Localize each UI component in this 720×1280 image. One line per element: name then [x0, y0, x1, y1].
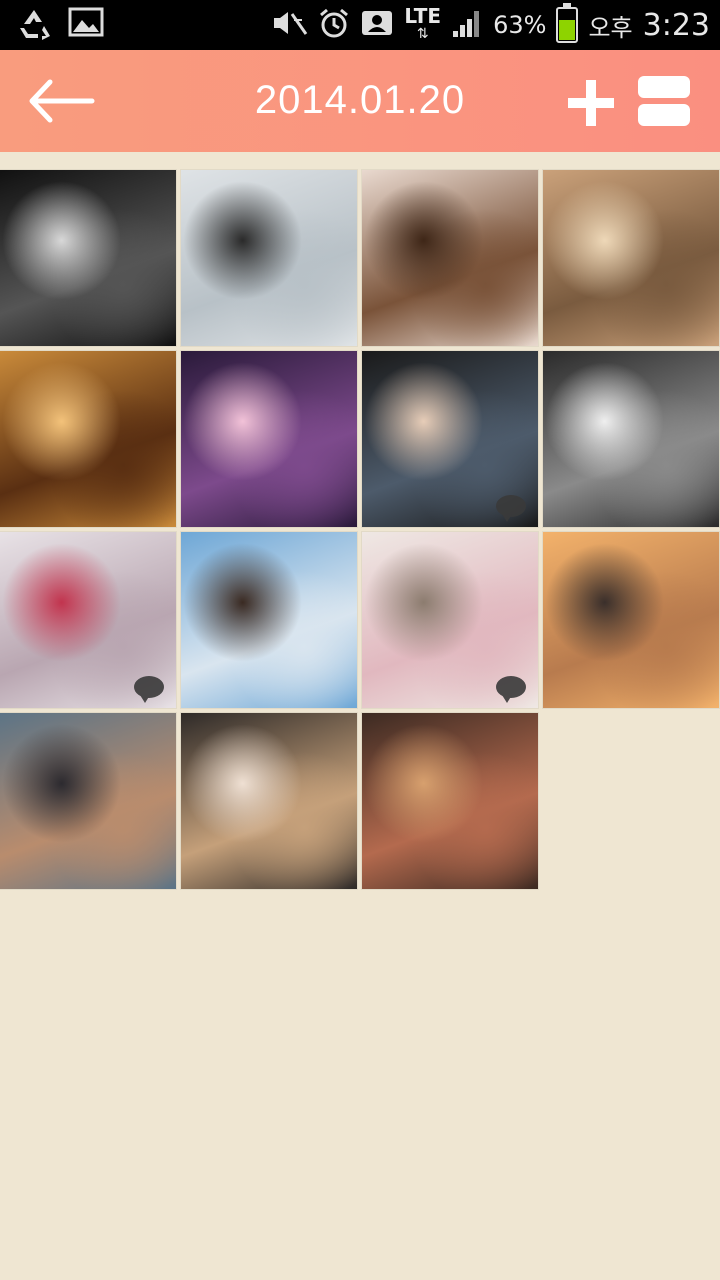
- photo-couple-lying: [0, 713, 176, 889]
- comment-bubble-icon: [496, 495, 526, 522]
- photo-thumbnail[interactable]: [181, 713, 357, 889]
- photo-thumbnail[interactable]: [543, 170, 719, 346]
- photo-thumbnail[interactable]: [181, 170, 357, 346]
- photo-couple-selfie: [0, 351, 176, 527]
- alarm-icon: [318, 7, 350, 44]
- photo-sunset-couple: [543, 532, 719, 708]
- battery-percent: 63%: [493, 11, 547, 39]
- photo-thumbnail[interactable]: [181, 351, 357, 527]
- mute-icon: [270, 8, 308, 43]
- battery-level: [559, 19, 576, 40]
- photo-thumbnail[interactable]: [0, 351, 176, 527]
- photo-grid: [0, 170, 720, 889]
- photo-tattoo-wrists: [543, 170, 719, 346]
- photo-thumbnail[interactable]: [0, 532, 176, 708]
- signal-icon: [451, 7, 483, 44]
- photo-couple-bw: [0, 170, 176, 346]
- battery-icon: [556, 3, 579, 43]
- photo-thumbnail[interactable]: [543, 532, 719, 708]
- plus-icon: [568, 80, 614, 126]
- recycle-icon: [14, 6, 54, 49]
- comment-bubble-icon: [134, 676, 164, 703]
- photo-cheek-kiss: [181, 713, 357, 889]
- photo-thumbnail[interactable]: [362, 351, 538, 527]
- am-pm-label: 오후: [588, 13, 633, 42]
- photo-fireworks-kiss: [181, 351, 357, 527]
- add-button[interactable]: [564, 76, 618, 130]
- app-header: 2014.01.20: [0, 50, 720, 152]
- photo-braided-hair: [362, 170, 538, 346]
- photo-thumbnail[interactable]: [362, 532, 538, 708]
- comment-bubble-icon: [496, 676, 526, 703]
- photo-thumbnail[interactable]: [0, 170, 176, 346]
- status-bar-left: [14, 6, 104, 49]
- contact-icon: [360, 8, 394, 43]
- clock: 3:23: [642, 7, 710, 43]
- photo-thumbnail[interactable]: [362, 713, 538, 889]
- photo-smiling-couple-bw: [543, 351, 719, 527]
- image-icon: [68, 6, 104, 49]
- photo-beach-couple: [181, 532, 357, 708]
- photo-kiss: [362, 713, 538, 889]
- status-bar-right: LTE ⇅ 63% 오후 3:23: [270, 0, 710, 50]
- photo-ice-skates: [181, 170, 357, 346]
- menu-icon: [638, 76, 690, 126]
- photo-thumbnail[interactable]: [362, 170, 538, 346]
- menu-button[interactable]: [636, 74, 692, 130]
- network-type: LTE ⇅: [404, 6, 441, 43]
- photo-thumbnail[interactable]: [181, 532, 357, 708]
- photo-thumbnail[interactable]: [0, 713, 176, 889]
- photo-thumbnail[interactable]: [543, 351, 719, 527]
- status-bar: LTE ⇅ 63% 오후 3:23: [0, 0, 720, 50]
